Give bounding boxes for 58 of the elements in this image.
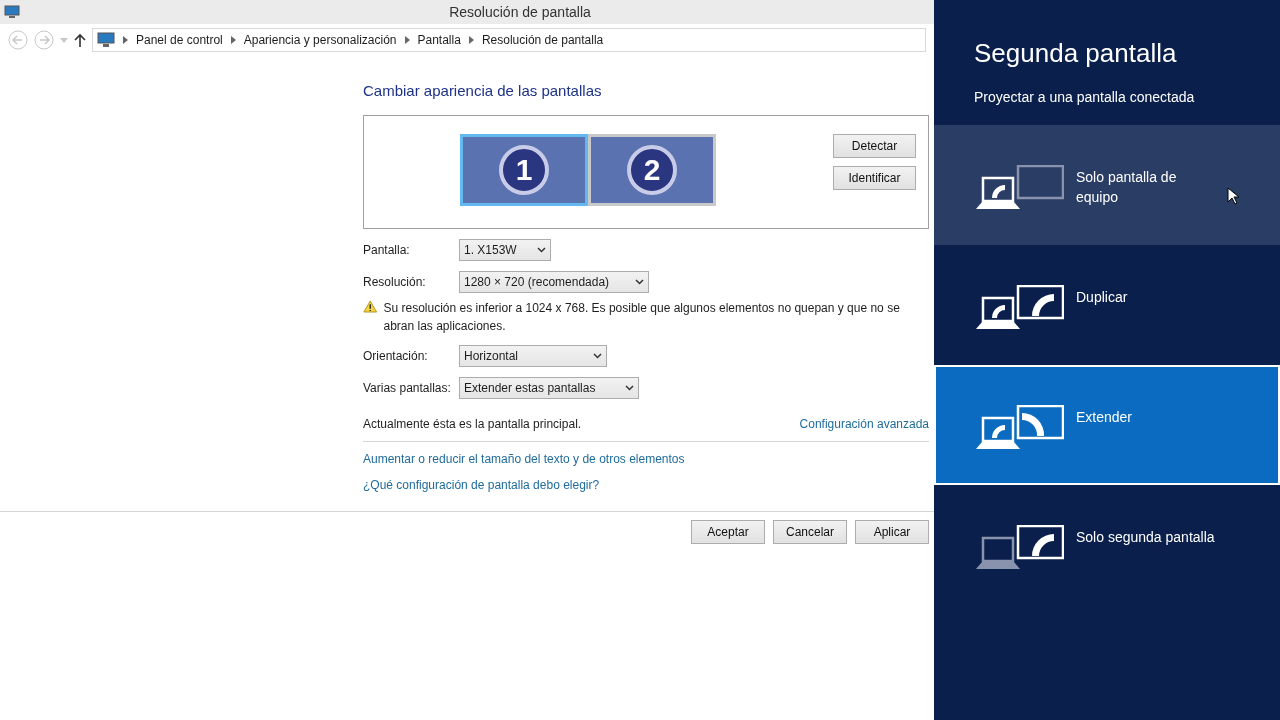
projection-mode-icon <box>976 405 1064 451</box>
monitor-tile[interactable]: 2 <box>588 133 716 206</box>
projection-option[interactable]: Duplicar <box>934 245 1280 365</box>
monitor-icon <box>97 32 115 48</box>
caret-icon <box>593 352 602 359</box>
option-label: Duplicar <box>1076 288 1128 307</box>
caret-icon <box>625 384 634 391</box>
back-icon[interactable] <box>8 30 28 50</box>
option-label: Solo segunda pantalla <box>1076 528 1215 547</box>
breadcrumb-item[interactable]: Panel de control <box>136 31 223 49</box>
chevron-icon <box>404 36 410 44</box>
panel-title: Segunda pantalla <box>974 37 1178 70</box>
section-heading: Cambiar apariencia de las pantallas <box>363 81 603 101</box>
warning-text: Su resolución es inferior a 1024 x 768. Es posible que algunos elementos no quepan y que no se abran las aplicaciones. <box>383 299 901 335</box>
field-label: Pantalla: <box>363 241 411 259</box>
caret-icon <box>537 246 546 253</box>
forward-icon[interactable] <box>34 30 54 50</box>
dialog-button[interactable]: Cancelar <box>773 519 847 544</box>
breadcrumb-item[interactable]: Pantalla <box>417 31 461 49</box>
chevron-icon <box>230 36 236 44</box>
help-link[interactable]: ¿Qué configuración de pantalla debo elegir? <box>363 475 600 494</box>
up-arrow-icon[interactable] <box>74 33 86 47</box>
window-title: Resolución de pantalla <box>448 2 592 22</box>
field-label: Orientación: <box>363 347 429 365</box>
dropdown[interactable]: 1280 × 720 (recomendada) <box>459 270 649 293</box>
panel-subtitle: Proyectar a una pantalla conectada <box>974 88 1196 107</box>
dropdown[interactable]: Horizontal <box>459 344 607 367</box>
breadcrumb-item[interactable]: Apariencia y personalización <box>243 31 397 49</box>
monitor-icon <box>4 5 20 19</box>
dialog-button[interactable]: Identificar <box>833 165 916 190</box>
status-text: Actualmente ésta es la pantalla principal. <box>363 415 582 433</box>
mouse-cursor-icon <box>1227 187 1239 205</box>
projection-option[interactable]: Solo pantalla de equipo <box>934 125 1280 245</box>
projection-mode-icon <box>976 525 1064 571</box>
caret-icon <box>635 278 644 285</box>
option-label: Solo pantalla de equipo <box>1076 168 1178 207</box>
dropdown[interactable]: Extender estas pantallas <box>459 376 639 399</box>
monitor-number: 1 <box>499 144 549 195</box>
chevron-icon <box>123 36 128 44</box>
chevron-icon <box>468 36 474 44</box>
dialog-button[interactable]: Aceptar <box>691 519 765 544</box>
advanced-settings-link[interactable]: Configuración avanzada <box>799 414 929 433</box>
dialog-button[interactable]: Detectar <box>833 133 916 158</box>
projection-option[interactable]: Extender <box>934 365 1280 485</box>
warning-icon <box>363 298 378 314</box>
field-label: Varias pantallas: <box>363 379 452 397</box>
help-link[interactable]: Aumentar o reducir el tamaño del texto y de otros elementos <box>363 449 685 468</box>
monitor-number: 2 <box>627 144 677 195</box>
projection-option[interactable]: Solo segunda pantalla <box>934 485 1280 605</box>
dropdown[interactable]: 1. X153W <box>459 238 551 261</box>
option-label: Extender <box>1076 408 1133 427</box>
dialog-button[interactable]: Aplicar <box>855 519 929 544</box>
projection-mode-icon <box>976 285 1064 331</box>
dropdown-caret-icon[interactable] <box>60 37 68 43</box>
field-label: Resolución: <box>363 273 427 291</box>
breadcrumb-item[interactable]: Resolución de pantalla <box>481 31 604 49</box>
projection-mode-icon <box>976 165 1064 211</box>
monitor-tile[interactable]: 1 <box>460 133 588 206</box>
